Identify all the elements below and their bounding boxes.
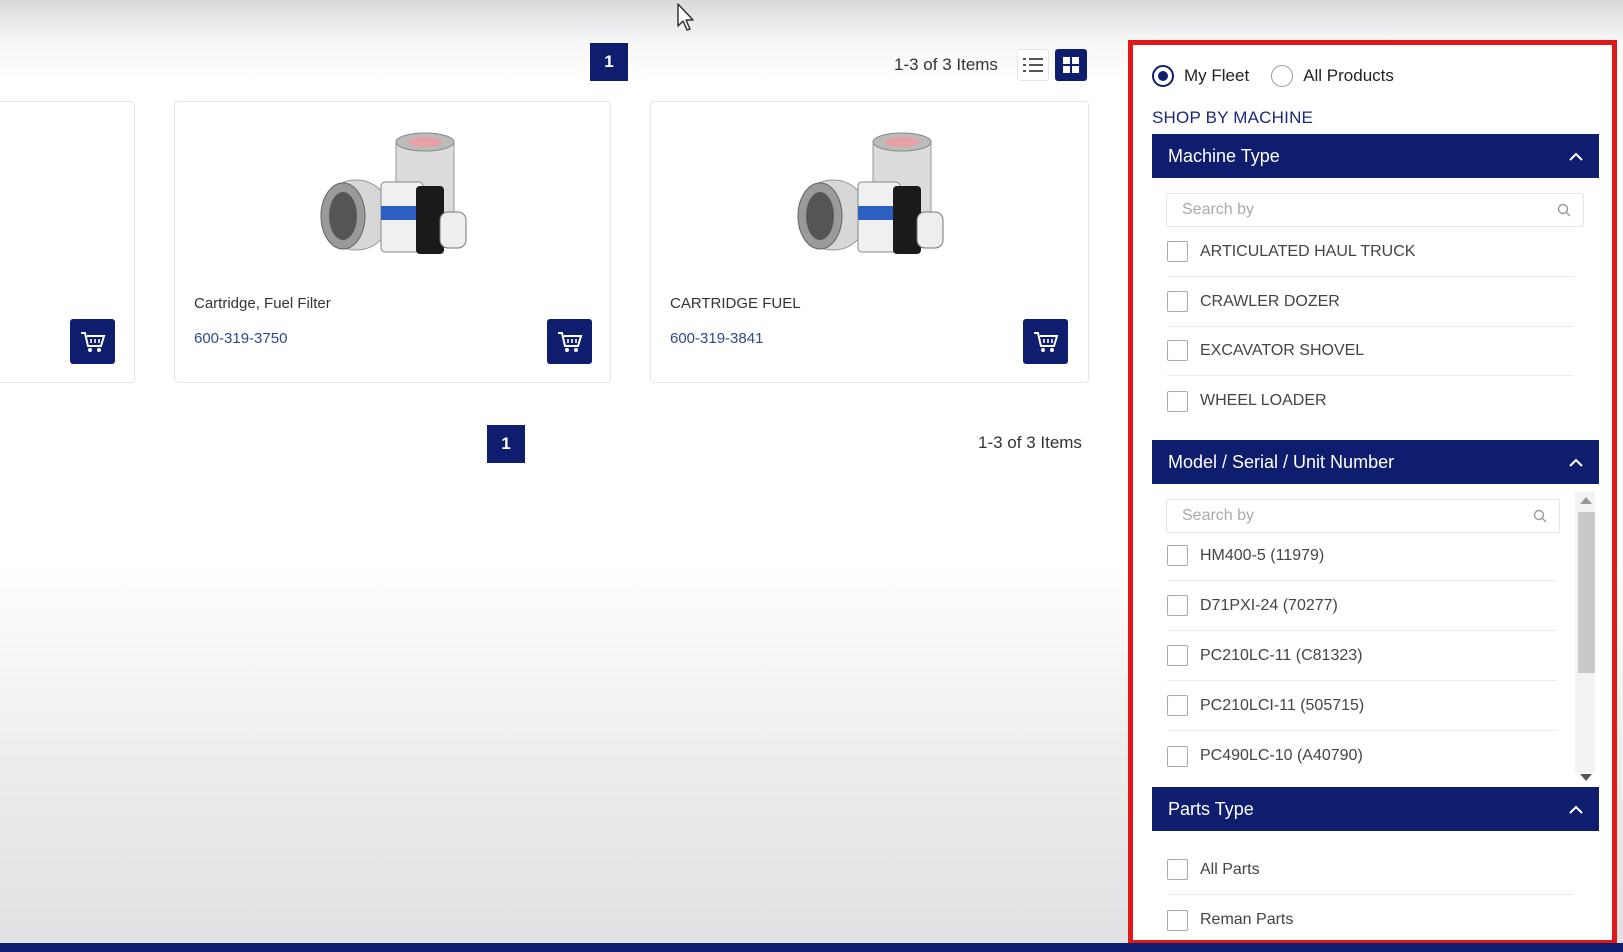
checkbox[interactable] — [1167, 695, 1188, 716]
machine-type-title: Machine Type — [1168, 145, 1280, 166]
machine-type-option[interactable]: EXCAVATOR SHOVEL — [1167, 326, 1574, 376]
items-count-top: 1-3 of 3 Items — [894, 55, 998, 74]
cart-icon — [1033, 331, 1058, 352]
model-serial-accordion-header[interactable]: Model / Serial / Unit Number — [1152, 440, 1599, 484]
scrollbar-thumb[interactable] — [1578, 512, 1595, 673]
machine-type-option[interactable]: WHEEL LOADER — [1167, 376, 1574, 426]
add-to-cart-button[interactable] — [1023, 319, 1068, 364]
machine-type-search-input[interactable]: Search by — [1166, 193, 1584, 227]
machine-type-accordion-header[interactable]: Machine Type — [1152, 134, 1599, 178]
search-placeholder: Search by — [1182, 201, 1255, 218]
option-label: PC210LCI-11 (505715) — [1200, 696, 1365, 714]
chevron-up-icon — [1569, 458, 1583, 467]
option-label: Reman Parts — [1200, 911, 1294, 928]
shop-by-machine-heading: SHOP BY MACHINE — [1152, 108, 1314, 127]
option-label: PC490LC-10 (A40790) — [1200, 747, 1363, 764]
checkbox[interactable] — [1167, 745, 1188, 767]
parts-type-title: Parts Type — [1168, 798, 1254, 819]
cart-icon — [80, 331, 105, 352]
cart-icon — [557, 331, 582, 352]
checkbox[interactable] — [1167, 595, 1188, 616]
product-name[interactable]: CARTRIDGE FUEL — [670, 295, 801, 312]
product-part-number[interactable]: 600-319-3841 — [670, 330, 763, 347]
list-view-button[interactable] — [1017, 49, 1049, 81]
fleet-filter: My Fleet All Products — [1152, 65, 1394, 87]
product-name[interactable]: Cartridge, Fuel Filter — [194, 295, 331, 312]
machine-type-option[interactable]: CRAWLER DOZER — [1167, 277, 1574, 327]
option-label: WHEEL LOADER — [1200, 392, 1327, 409]
product-image — [320, 132, 466, 254]
pagination-page-1-bottom[interactable]: 1 — [487, 425, 525, 463]
product-part-number[interactable]: 600-319-3750 — [194, 330, 287, 347]
all-products-radio[interactable] — [1271, 65, 1294, 87]
parts-type-accordion-header[interactable]: Parts Type — [1152, 787, 1599, 831]
filter-sidebar: My Fleet All Products SHOP BY MACHINE Ma… — [1128, 40, 1617, 945]
option-label: CRAWLER DOZER — [1200, 292, 1340, 310]
search-placeholder: Search by — [1182, 507, 1255, 524]
checkbox[interactable] — [1167, 291, 1188, 312]
option-label: All Parts — [1200, 860, 1260, 878]
option-label: D71PXI-24 (70277) — [1200, 596, 1338, 614]
chevron-up-icon — [1569, 152, 1583, 161]
checkbox[interactable] — [1167, 390, 1188, 412]
grid-view-button[interactable] — [1055, 49, 1087, 81]
items-count-bottom: 1-3 of 3 Items — [978, 433, 1082, 452]
my-fleet-label[interactable]: My Fleet — [1184, 66, 1249, 86]
add-to-cart-button[interactable] — [547, 319, 592, 364]
option-label: EXCAVATOR SHOVEL — [1200, 341, 1365, 359]
my-fleet-radio[interactable] — [1152, 65, 1174, 87]
checkbox[interactable] — [1167, 645, 1188, 666]
mouse-cursor-icon — [677, 3, 694, 31]
scroll-up-arrow-icon[interactable] — [1580, 497, 1592, 504]
model-serial-option[interactable]: D71PXI-24 (70277) — [1167, 581, 1557, 631]
checkbox[interactable] — [1167, 340, 1188, 361]
product-image — [797, 132, 943, 254]
model-serial-option[interactable]: HM400-5 (11979) — [1167, 531, 1557, 581]
parts-type-option[interactable]: Reman Parts — [1167, 895, 1574, 940]
model-serial-option[interactable]: PC490LC-10 (A40790) — [1167, 731, 1557, 781]
checkbox[interactable] — [1167, 241, 1188, 262]
add-to-cart-button[interactable] — [70, 319, 115, 364]
search-icon — [1533, 509, 1547, 523]
parts-type-option[interactable]: All Parts — [1167, 845, 1574, 895]
search-icon — [1557, 203, 1571, 217]
option-label: ARTICULATED HAUL TRUCK — [1200, 242, 1416, 260]
checkbox[interactable] — [1167, 545, 1188, 566]
product-card[interactable] — [0, 101, 135, 383]
product-card[interactable]: Cartridge, Fuel Filter 600-319-3750 — [174, 101, 611, 383]
scroll-down-arrow-icon[interactable] — [1580, 774, 1592, 781]
model-serial-search-input[interactable]: Search by — [1166, 499, 1560, 533]
checkbox[interactable] — [1167, 859, 1188, 880]
grid-icon — [1063, 57, 1079, 73]
model-serial-option[interactable]: PC210LCI-11 (505715) — [1167, 681, 1557, 731]
option-label: HM400-5 (11979) — [1200, 546, 1325, 564]
product-card[interactable]: CARTRIDGE FUEL 600-319-3841 — [650, 101, 1089, 383]
checkbox[interactable] — [1167, 909, 1188, 931]
footer-bar — [0, 943, 1623, 952]
machine-type-option[interactable]: ARTICULATED HAUL TRUCK — [1167, 227, 1574, 277]
option-label: PC210LC-11 (C81323) — [1200, 646, 1363, 664]
all-products-label[interactable]: All Products — [1303, 66, 1394, 86]
model-serial-title: Model / Serial / Unit Number — [1168, 451, 1395, 472]
list-icon — [1023, 58, 1043, 72]
chevron-up-icon — [1569, 805, 1583, 814]
model-serial-option[interactable]: PC210LC-11 (C81323) — [1167, 631, 1557, 681]
pagination-page-1-top[interactable]: 1 — [590, 43, 628, 81]
